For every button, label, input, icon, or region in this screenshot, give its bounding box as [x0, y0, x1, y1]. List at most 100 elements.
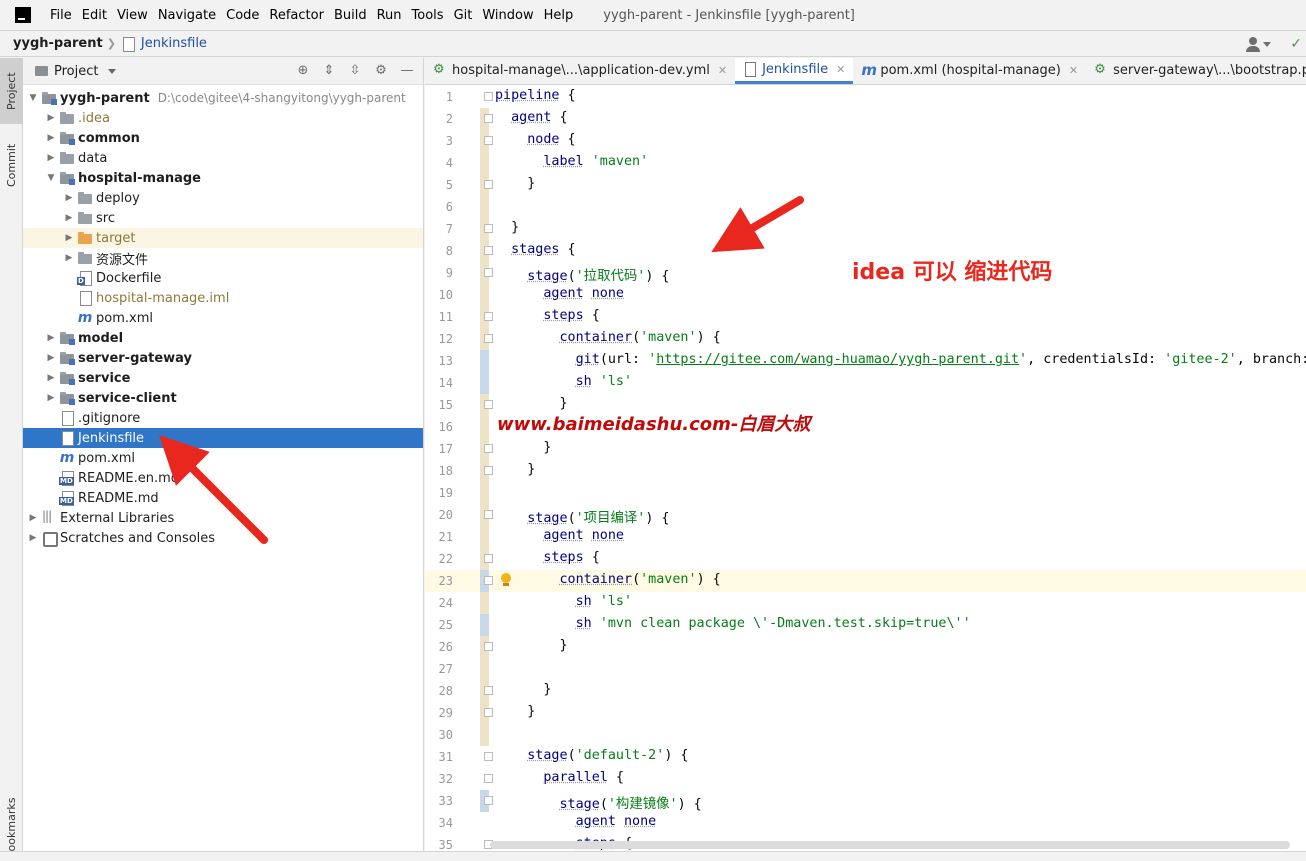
tree-node-external-libraries[interactable]: ▶ External Libraries: [23, 508, 423, 528]
expanded-arrow-icon[interactable]: ▼: [25, 88, 41, 108]
code-line[interactable]: 30: [425, 724, 1306, 746]
collapsed-arrow-icon[interactable]: ▶: [25, 508, 41, 528]
tree-node-root-pom[interactable]: m pom.xml: [23, 448, 423, 468]
fold-marker-icon[interactable]: [484, 268, 493, 277]
code-line[interactable]: 23 container('maven') {: [425, 570, 1306, 592]
tree-node-scratches[interactable]: ▶ Scratches and Consoles: [23, 528, 423, 548]
fold-marker-icon[interactable]: [484, 642, 493, 651]
code-area[interactable]: 1 pipeline {2 agent {3 node {4 label 'mav…: [425, 86, 1306, 861]
collapsed-arrow-icon[interactable]: ▶: [43, 348, 59, 368]
fold-marker-icon[interactable]: [484, 400, 493, 409]
fold-marker-icon[interactable]: [484, 334, 493, 343]
vcs-change-marker[interactable]: [480, 724, 489, 746]
code-line[interactable]: 11 steps {: [425, 306, 1306, 328]
fold-marker-icon[interactable]: [484, 708, 493, 717]
vcs-update-icon[interactable]: ✓: [1290, 36, 1302, 52]
vcs-change-marker[interactable]: [480, 284, 489, 306]
vcs-change-marker[interactable]: [480, 658, 489, 680]
collapsed-arrow-icon[interactable]: ▶: [43, 128, 59, 148]
code-line[interactable]: 25 sh 'mvn clean package \'-Dmaven.test.…: [425, 614, 1306, 636]
code-line[interactable]: 22 steps {: [425, 548, 1306, 570]
tab-application-dev-yml[interactable]: hospital-manage\...\application-dev.yml …: [425, 58, 735, 84]
code-line[interactable]: 32 parallel {: [425, 768, 1306, 790]
menu-window[interactable]: Window: [477, 8, 538, 23]
code-line[interactable]: 29 }: [425, 702, 1306, 724]
tree-node-gitignore[interactable]: .gitignore: [23, 408, 423, 428]
menu-run[interactable]: Run: [372, 8, 407, 23]
fold-marker-icon[interactable]: [484, 686, 493, 695]
fold-marker-icon[interactable]: [484, 752, 493, 761]
code-line[interactable]: 13 git(url: 'https://gitee.com/wang-huam…: [425, 350, 1306, 372]
code-line[interactable]: 28 }: [425, 680, 1306, 702]
collapsed-arrow-icon[interactable]: ▶: [43, 328, 59, 348]
code-line[interactable]: 6: [425, 196, 1306, 218]
fold-marker-icon[interactable]: [484, 92, 493, 101]
tree-node-dockerfile[interactable]: D Dockerfile: [23, 268, 423, 288]
project-tool-tab[interactable]: Project: [0, 58, 23, 124]
code-line[interactable]: 7 }: [425, 218, 1306, 240]
tree-node-server-gateway[interactable]: ▶ server-gateway: [23, 348, 423, 368]
code-line[interactable]: 33 stage('构建镜像') {: [425, 790, 1306, 812]
horizontal-scrollbar[interactable]: [490, 841, 1290, 849]
fold-marker-icon[interactable]: [484, 796, 493, 805]
tree-node-model[interactable]: ▶ model: [23, 328, 423, 348]
menu-file[interactable]: File: [45, 8, 77, 23]
breadcrumb-project[interactable]: yygh-parent: [13, 36, 103, 51]
code-line[interactable]: 26 }: [425, 636, 1306, 658]
menu-help[interactable]: Help: [539, 8, 579, 23]
collapsed-arrow-icon[interactable]: ▶: [61, 228, 77, 248]
vcs-change-marker[interactable]: [480, 196, 489, 218]
code-line[interactable]: 3 node {: [425, 130, 1306, 152]
fold-marker-icon[interactable]: [484, 444, 493, 453]
tree-node-common[interactable]: ▶ common: [23, 128, 423, 148]
menu-edit[interactable]: Edit: [77, 8, 112, 23]
chevron-down-icon[interactable]: [108, 68, 117, 74]
menu-tools[interactable]: Tools: [407, 8, 449, 23]
close-icon[interactable]: ✕: [836, 63, 845, 76]
code-line[interactable]: 27: [425, 658, 1306, 680]
collapsed-arrow-icon[interactable]: ▶: [25, 528, 41, 548]
collapsed-arrow-icon[interactable]: ▶: [43, 388, 59, 408]
collapsed-arrow-icon[interactable]: ▶: [61, 208, 77, 228]
tree-node-pom[interactable]: m pom.xml: [23, 308, 423, 328]
tree-node-iml[interactable]: hospital-manage.iml: [23, 288, 423, 308]
fold-marker-icon[interactable]: [484, 180, 493, 189]
code-line[interactable]: 34 agent none: [425, 812, 1306, 834]
code-line[interactable]: 31 stage('default-2') {: [425, 746, 1306, 768]
menu-build[interactable]: Build: [329, 8, 372, 23]
code-line[interactable]: 2 agent {: [425, 108, 1306, 130]
fold-marker-icon[interactable]: [484, 466, 493, 475]
vcs-change-marker[interactable]: [480, 526, 489, 548]
expand-all-icon[interactable]: ⇕: [321, 63, 337, 79]
close-icon[interactable]: ✕: [718, 64, 727, 77]
vcs-change-marker[interactable]: [480, 152, 489, 174]
tab-jenkinsfile[interactable]: Jenkinsfile ✕: [735, 58, 854, 84]
tree-node-readme[interactable]: MD README.md: [23, 488, 423, 508]
fold-marker-icon[interactable]: [484, 224, 493, 233]
code-line[interactable]: 5 }: [425, 174, 1306, 196]
menu-git[interactable]: Git: [449, 8, 478, 23]
fold-marker-icon[interactable]: [484, 246, 493, 255]
tree-node-target[interactable]: ▶ target: [23, 228, 423, 248]
vcs-change-marker[interactable]: [480, 482, 489, 504]
fold-marker-icon[interactable]: [484, 554, 493, 563]
locate-file-icon[interactable]: ⊕: [295, 63, 311, 79]
menu-refactor[interactable]: Refactor: [264, 8, 329, 23]
commit-tool-tab[interactable]: Commit: [0, 130, 23, 200]
code-line[interactable]: 10 agent none: [425, 284, 1306, 306]
fold-marker-icon[interactable]: [484, 312, 493, 321]
expanded-arrow-icon[interactable]: ▼: [43, 168, 59, 188]
tree-node-service[interactable]: ▶ service: [23, 368, 423, 388]
code-line[interactable]: 4 label 'maven': [425, 152, 1306, 174]
vcs-change-marker[interactable]: [480, 416, 489, 438]
tree-node-jenkinsfile[interactable]: Jenkinsfile: [23, 428, 423, 448]
breadcrumb-file[interactable]: Jenkinsfile: [141, 36, 207, 51]
tree-node-data[interactable]: ▶ data: [23, 148, 423, 168]
user-account-icon[interactable]: [1246, 35, 1272, 53]
code-line[interactable]: 21 agent none: [425, 526, 1306, 548]
tab-pom-hospital-manage[interactable]: pom.xml (hospital-manage) ✕: [853, 58, 1086, 84]
code-line[interactable]: 20 stage('项目编译') {: [425, 504, 1306, 526]
collapsed-arrow-icon[interactable]: ▶: [61, 188, 77, 208]
tree-node-readme-en[interactable]: MD README.en.md: [23, 468, 423, 488]
tree-node-root[interactable]: ▼ yygh-parent D:\code\gitee\4-shangyiton…: [23, 88, 423, 108]
